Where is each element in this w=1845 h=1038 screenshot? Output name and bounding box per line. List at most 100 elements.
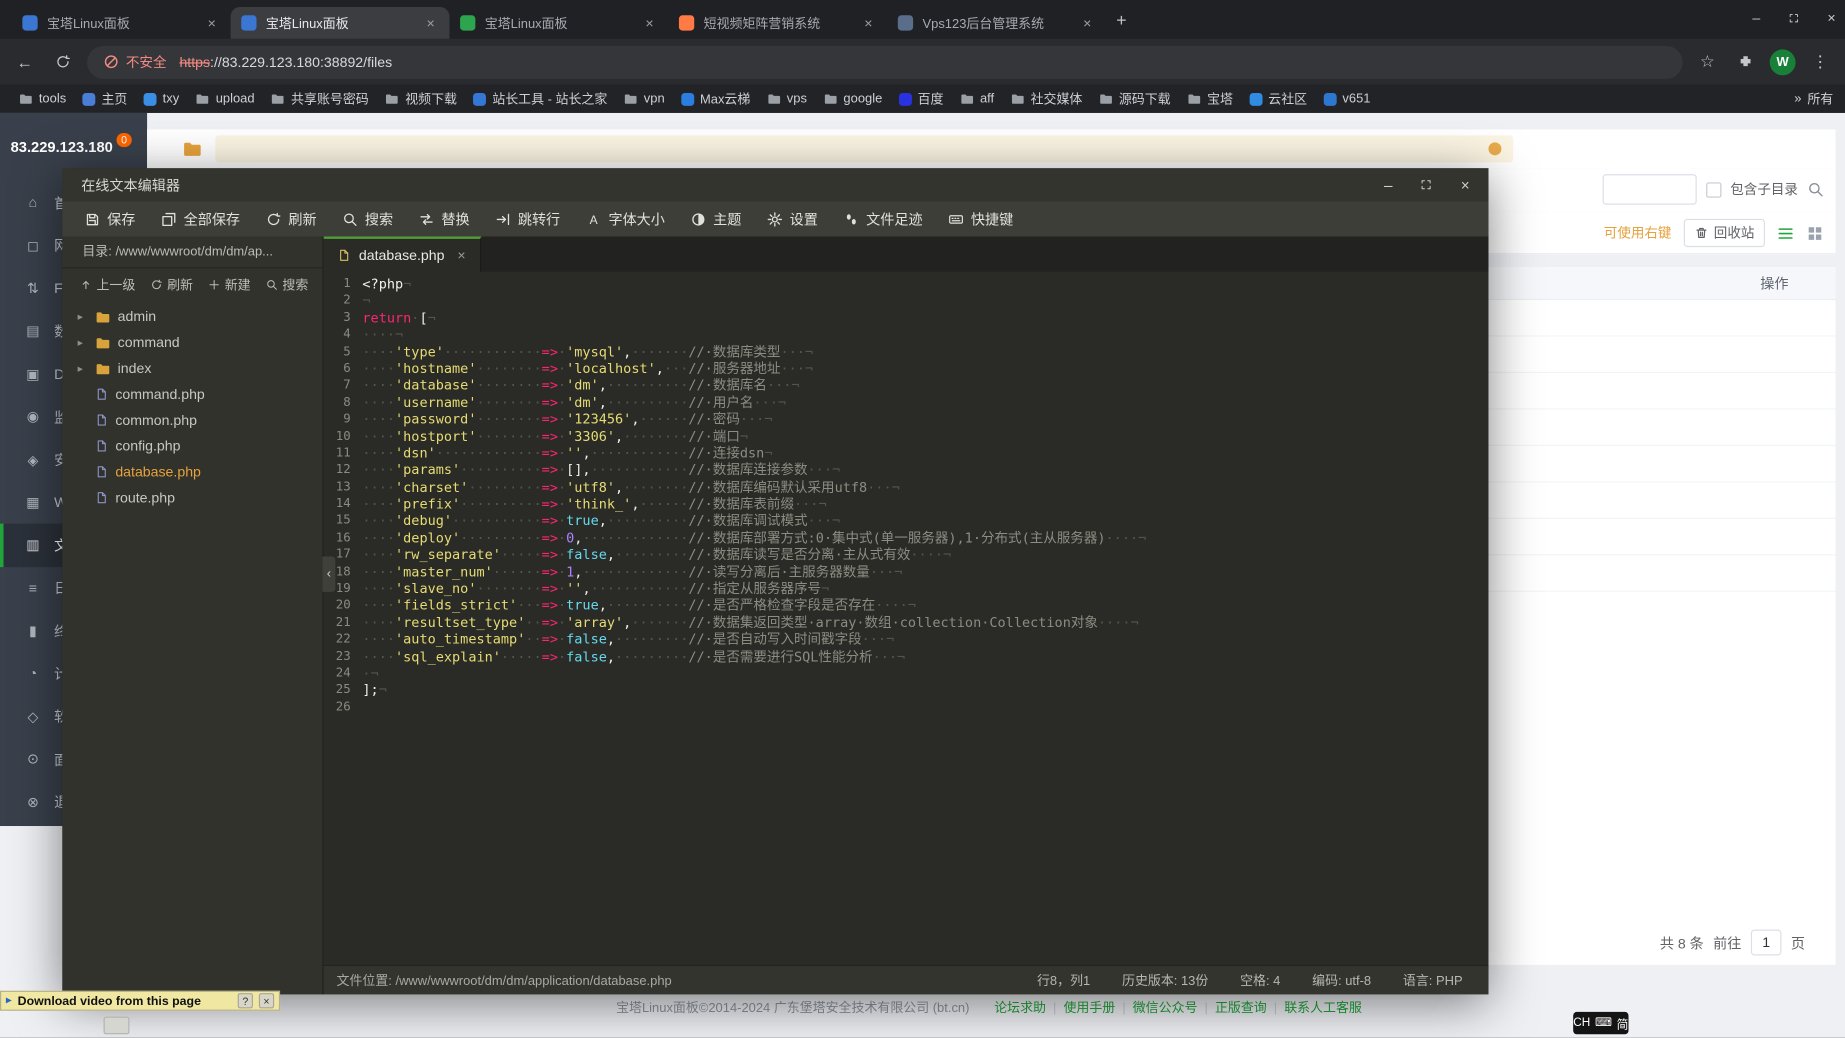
back-button[interactable]: ← <box>12 52 38 71</box>
toolbar-settings-button[interactable]: 设置 <box>754 201 831 236</box>
download-bar-help-button[interactable]: ? <box>237 993 253 1009</box>
extensions-icon[interactable] <box>1732 54 1758 69</box>
monitor-icon: ◉ <box>26 408 40 425</box>
line-number: 22 <box>335 632 351 647</box>
toolbar-theme-button[interactable]: 主题 <box>678 201 755 236</box>
browser-tab[interactable]: 短视频矩阵营销系统 × <box>668 7 887 39</box>
toolbar-footprint-button[interactable]: 文件足迹 <box>831 201 936 236</box>
window-maximize-button[interactable] <box>1789 12 1800 23</box>
tree-item-common-php[interactable]: common.php <box>62 407 322 433</box>
line-number: 5 <box>343 344 351 359</box>
tree-refresh-button[interactable]: 刷新 <box>151 275 193 294</box>
download-bar-close-button[interactable]: × <box>258 993 275 1009</box>
toolbar-font-size-button[interactable]: A 字体大小 <box>573 201 678 236</box>
code-editor[interactable]: 1 <?php¬ 2 ¬ 3 return·[¬ 4 ····¬ 5 ····'type'····… <box>324 272 1489 965</box>
tree-collapse-handle[interactable]: ‹ <box>322 556 336 592</box>
bookmark-star-icon[interactable]: ☆ <box>1694 52 1720 72</box>
toolbar-save-all-button[interactable]: 全部保存 <box>148 201 253 236</box>
editor-titlebar[interactable]: 在线文本编辑器 – × <box>62 168 1489 202</box>
download-bar-handle[interactable] <box>103 1016 130 1035</box>
include-subdir-checkbox[interactable] <box>1705 181 1721 198</box>
bookmark-item[interactable]: txy <box>137 89 186 108</box>
bookmark-item[interactable]: 宝塔 <box>1180 87 1240 111</box>
reload-button[interactable] <box>49 54 75 69</box>
tree-up-button[interactable]: 上一级 <box>80 275 135 294</box>
toolbar-save-button[interactable]: 保存 <box>72 201 149 236</box>
editor-minimize-button[interactable]: – <box>1384 176 1393 194</box>
bookmark-item[interactable]: 源码下载 <box>1092 87 1178 111</box>
footer-link[interactable]: 使用手册 <box>1063 1001 1115 1015</box>
browser-tab[interactable]: Vps123后台管理系统 × <box>887 7 1106 39</box>
toolbar-hotkeys-button[interactable]: 快捷键 <box>936 201 1027 236</box>
tree-item-index[interactable]: ▸ index <box>62 355 322 381</box>
tree-item-route-php[interactable]: route.php <box>62 485 322 511</box>
tab-close-icon[interactable]: × <box>204 15 220 31</box>
bookmark-item[interactable]: vps <box>760 89 814 108</box>
tree-search-button[interactable]: 搜索 <box>266 275 308 294</box>
toolbar-replace-button[interactable]: 替换 <box>406 201 483 236</box>
address-bar[interactable]: 不安全 https://83.229.123.180:38892/files <box>87 45 1683 79</box>
download-video-bar[interactable]: ▸ Download video from this page ? × <box>0 990 281 1011</box>
editor-maximize-button[interactable] <box>1421 179 1433 191</box>
tab-close-icon[interactable]: × <box>641 15 657 31</box>
window-minimize-button[interactable]: – <box>1752 9 1760 25</box>
list-view-button[interactable] <box>1777 224 1795 242</box>
footer-link[interactable]: 正版查询 <box>1215 1001 1267 1015</box>
tree-item-config-php[interactable]: config.php <box>62 433 322 459</box>
line-number: 10 <box>335 428 351 444</box>
download-bar-label: Download video from this page <box>17 993 201 1008</box>
tab-close-icon[interactable]: × <box>1079 15 1095 31</box>
folder-icon <box>19 92 33 106</box>
tab-close-icon[interactable]: × <box>422 15 438 31</box>
tree-item-database-php[interactable]: database.php <box>62 459 322 485</box>
editor-tab-database-php[interactable]: database.php × <box>323 236 481 272</box>
bookmark-item[interactable]: 视频下载 <box>378 87 464 111</box>
tree-item-command[interactable]: ▸ command <box>62 329 322 355</box>
bookmark-item[interactable]: v651 <box>1317 89 1378 108</box>
tree-item-command-php[interactable]: command.php <box>62 381 322 407</box>
tab-close-icon[interactable]: × <box>860 15 876 31</box>
bookmark-item[interactable]: 社交媒体 <box>1004 87 1090 111</box>
goto-line-icon <box>495 211 510 226</box>
editor-close-button[interactable]: × <box>1461 176 1470 194</box>
browser-tab[interactable]: 宝塔Linux面板 × <box>230 7 450 39</box>
browser-menu-icon[interactable]: ⋮ <box>1807 52 1833 72</box>
bookmark-item[interactable]: 百度 <box>892 87 951 111</box>
ime-indicator[interactable]: CH ⌨ 简 <box>1573 1011 1629 1035</box>
bookmark-item[interactable]: aff <box>953 89 1001 108</box>
bookmark-item[interactable]: 共享账号密码 <box>264 87 376 111</box>
toolbar-search-button[interactable]: 搜索 <box>330 201 407 236</box>
bookmark-item[interactable]: 站长工具 - 站长之家 <box>466 87 614 111</box>
tree-button-label: 上一级 <box>96 278 136 293</box>
bookmark-item[interactable]: 主页 <box>76 87 135 111</box>
tree-plus-button[interactable]: 新建 <box>208 275 251 294</box>
fm-search-input[interactable] <box>1602 174 1697 205</box>
footer-link[interactable]: 微信公众号 <box>1133 1001 1198 1015</box>
recycle-bin-button[interactable]: 回收站 <box>1683 218 1765 248</box>
footer-link[interactable]: 论坛求助 <box>994 1001 1046 1015</box>
editor-tab-close-icon[interactable]: × <box>457 247 465 263</box>
tree-item-admin[interactable]: ▸ admin <box>62 304 322 330</box>
line-number: 25 <box>335 682 351 698</box>
bookmark-item[interactable]: upload <box>189 89 262 108</box>
browser-tab[interactable]: 宝塔Linux面板 × <box>449 7 668 39</box>
line-number: 6 <box>343 361 351 376</box>
toolbar-refresh-button[interactable]: 刷新 <box>253 201 330 236</box>
bookmark-item[interactable]: tools <box>12 89 73 108</box>
code-line: 21 ····'resultset_type'··=>·'array',·····… <box>324 614 1489 631</box>
bookmarks-overflow[interactable]: » 所有 <box>1794 89 1833 108</box>
bookmark-item[interactable]: google <box>816 89 889 108</box>
new-tab-button[interactable]: + <box>1106 5 1137 36</box>
browser-tab[interactable]: 宝塔Linux面板 × <box>12 7 231 39</box>
window-close-button[interactable]: × <box>1827 9 1835 25</box>
bookmark-item[interactable]: Max云梯 <box>674 87 757 111</box>
bookmark-item[interactable]: 云社区 <box>1242 87 1314 111</box>
profile-avatar[interactable]: W <box>1769 48 1796 75</box>
bookmark-item[interactable]: vpn <box>617 89 672 108</box>
fm-search-icon[interactable] <box>1807 181 1823 197</box>
line-number: 21 <box>335 615 351 630</box>
toolbar-goto-line-button[interactable]: 跳转行 <box>483 201 574 236</box>
grid-view-button[interactable] <box>1806 224 1824 242</box>
page-input[interactable]: 1 <box>1750 929 1782 956</box>
footer-link[interactable]: 联系人工客服 <box>1284 1001 1362 1015</box>
